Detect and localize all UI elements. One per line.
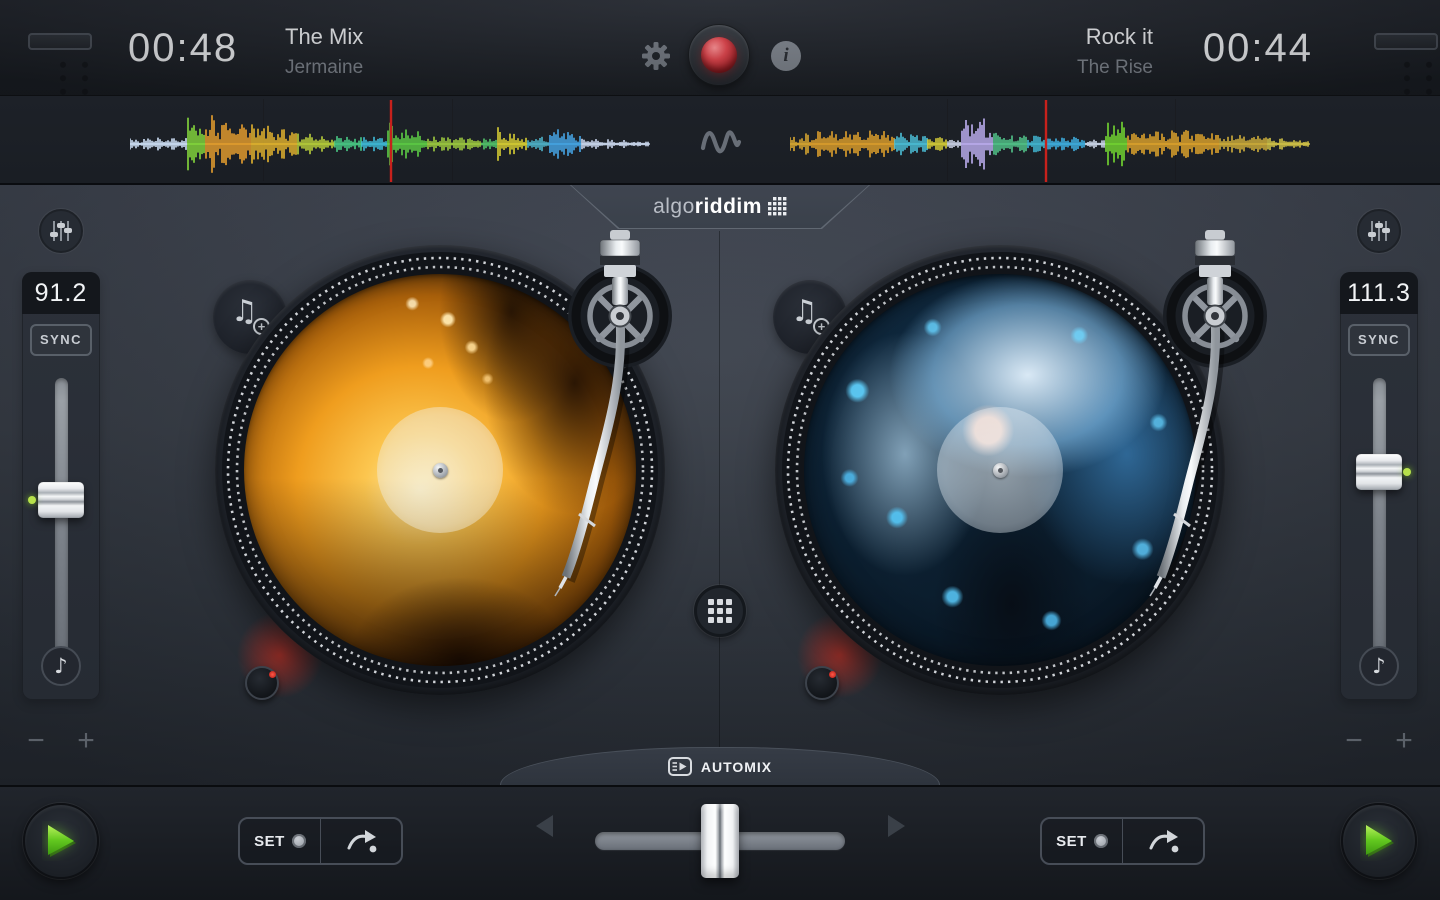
sine-squiggle-icon: [695, 124, 745, 158]
deck-a-pitch-slider-track[interactable]: [55, 378, 68, 662]
deck-a-pitch-slider-handle[interactable]: [38, 482, 84, 518]
deck-a-sync-button[interactable]: SYNC: [30, 324, 92, 356]
deck-a-jump-cue-button[interactable]: [320, 819, 401, 863]
deck-b-sync-button[interactable]: SYNC: [1348, 324, 1410, 356]
deck-b-play-button[interactable]: [1341, 803, 1417, 879]
deck-a-track-title: The Mix: [285, 24, 363, 50]
set-label: SET: [1056, 833, 1087, 850]
settings-button[interactable]: [640, 40, 672, 72]
volume-fader-handle[interactable]: [1374, 33, 1438, 50]
deck-area: algo riddim ♫ +: [0, 185, 1440, 785]
deck-a-track-info: The Mix Jermaine: [285, 24, 363, 79]
deck-b-pitch-indicator: [1403, 468, 1411, 476]
top-bar: 00:48 The Mix Jermaine i Rock it The Ris…: [0, 0, 1440, 95]
spindle: [433, 463, 448, 478]
crossfader-handle[interactable]: [701, 804, 739, 878]
deck-a-tonearm[interactable]: [540, 228, 710, 608]
deck-b-bpm-display: 111.3: [1340, 272, 1418, 314]
green-triangle-icon: [42, 821, 80, 861]
record-button[interactable]: [688, 24, 750, 86]
deck-a-key-button[interactable]: ♪: [41, 646, 81, 686]
deck-b-tonearm[interactable]: [1135, 228, 1305, 608]
vertical-sliders-icon: [47, 217, 75, 245]
deck-a-pitch-indicator: [28, 496, 36, 504]
deck-b-jump-cue-button[interactable]: [1122, 819, 1203, 863]
deck-b-pitch-slider-handle[interactable]: [1356, 454, 1402, 490]
info-button[interactable]: i: [771, 41, 801, 71]
brand-suffix: riddim: [695, 195, 762, 219]
deck-b-pitch-slider-track[interactable]: [1373, 378, 1386, 662]
deck-b-track-info: Rock it The Rise: [1077, 24, 1153, 79]
3x3-grid-icon: [708, 599, 733, 624]
deck-b-strobe-knob: [805, 666, 839, 700]
crossfader-right-arrow-icon[interactable]: [888, 815, 905, 837]
deck-a-elapsed-time: 00:48: [128, 26, 238, 71]
brand-prefix: algo: [653, 195, 695, 219]
deck-divider: [719, 231, 720, 785]
deck-b-eq-button[interactable]: [1357, 209, 1401, 253]
deck-a-cue-controls: SET: [238, 817, 403, 865]
transport-bar: SET SET: [0, 785, 1440, 900]
gear-icon: [640, 40, 672, 72]
deck-b-key-button[interactable]: ♪: [1359, 646, 1399, 686]
green-triangle-icon: [1360, 821, 1398, 861]
automix-label: AUTOMIX: [701, 759, 772, 775]
deck-a-track-artist: Jermaine: [285, 57, 363, 79]
deck-b-waveform[interactable]: [790, 98, 1310, 184]
deck-b-track-artist: The Rise: [1077, 57, 1153, 79]
curved-arrow-icon: [1145, 826, 1181, 856]
waveform-strip: [0, 95, 1440, 185]
record-icon: [701, 37, 737, 73]
deck-a-waveform[interactable]: [130, 98, 650, 184]
automix-button[interactable]: AUTOMIX: [500, 747, 940, 785]
deck-a-eq-button[interactable]: [39, 209, 83, 253]
deck-b-tempo-minus-button[interactable]: −: [1338, 726, 1370, 758]
vertical-sliders-icon: [1365, 217, 1393, 245]
deck-a-tempo-minus-button[interactable]: −: [20, 726, 52, 758]
brand-tab: algo riddim: [570, 185, 870, 229]
spindle: [993, 463, 1008, 478]
deck-a-set-cue-button[interactable]: SET: [240, 819, 320, 863]
crossfader-left-arrow-icon[interactable]: [536, 815, 553, 837]
deck-a-strobe-knob: [245, 666, 279, 700]
deck-b-tempo-plus-button[interactable]: +: [1388, 726, 1420, 758]
deck-a-tempo-plus-button[interactable]: +: [70, 726, 102, 758]
dot-matrix-logo-icon: [768, 197, 787, 216]
set-label: SET: [254, 833, 285, 850]
deck-b-set-cue-button[interactable]: SET: [1042, 819, 1122, 863]
deck-b-elapsed-time: 00:44: [1188, 26, 1313, 71]
deck-a-bpm-display: 91.2: [22, 272, 100, 314]
view-grid-button[interactable]: [694, 585, 746, 637]
play-box-icon: [668, 757, 692, 776]
waveform-zoom-button[interactable]: [695, 124, 745, 158]
cue-point-icon: [1094, 834, 1108, 848]
volume-fader-handle[interactable]: [28, 33, 92, 50]
cue-point-icon: [292, 834, 306, 848]
deck-b-track-title: Rock it: [1077, 24, 1153, 50]
curved-arrow-icon: [343, 826, 379, 856]
deck-b-cue-controls: SET: [1040, 817, 1205, 865]
deck-a-play-button[interactable]: [23, 803, 99, 879]
